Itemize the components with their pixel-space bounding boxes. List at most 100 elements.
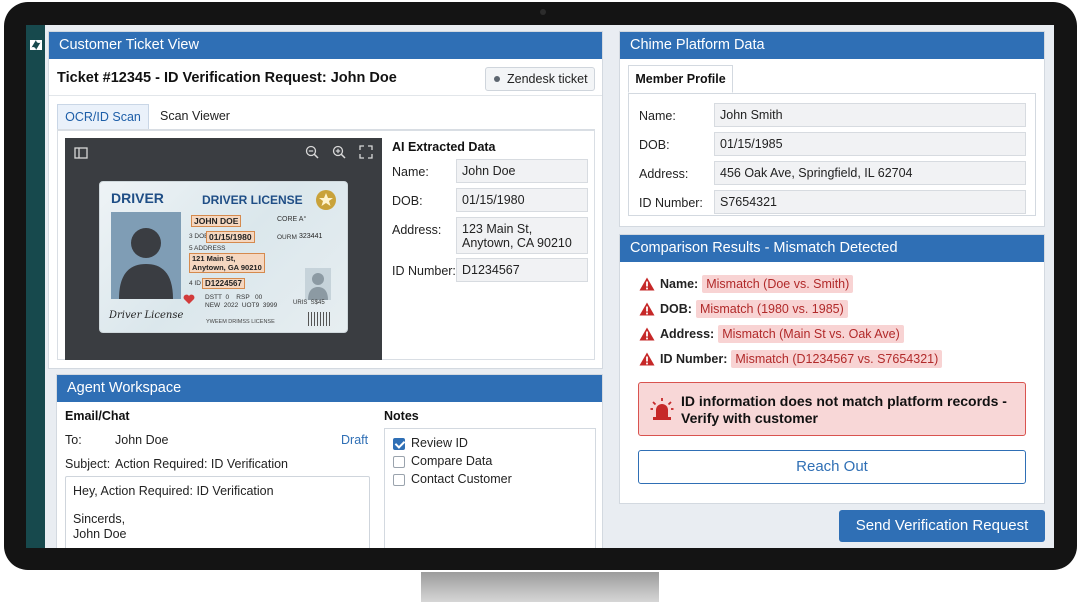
platform-name-value: John Smith xyxy=(714,103,1026,127)
mismatch-address-label: Address: xyxy=(660,327,715,341)
notes-heading: Notes xyxy=(384,409,419,423)
card-row2: NEW 2022 UOT9 3999 xyxy=(205,302,278,309)
email-body-textarea[interactable]: Hey, Action Required: ID Verification Si… xyxy=(65,476,370,548)
draft-link[interactable]: Draft xyxy=(341,433,368,447)
card-class: CORE A° xyxy=(277,216,307,223)
zendesk-ticket-badge[interactable]: Zendesk ticket xyxy=(485,67,595,91)
mismatch-alert: ID information does not match platform r… xyxy=(638,382,1026,436)
zoom-in-icon[interactable] xyxy=(332,145,346,159)
compare-data-checkbox[interactable] xyxy=(393,456,405,468)
reach-out-button[interactable]: Reach Out xyxy=(638,450,1026,484)
tab-scan-viewer-label: Scan Viewer xyxy=(160,109,230,123)
mismatch-row-dob: DOB: Mismatch (1980 vs. 1985) xyxy=(660,300,848,318)
card-heart-icon xyxy=(183,292,195,304)
platform-dob-label: DOB: xyxy=(639,138,670,152)
mismatch-name-value: Mismatch (Doe vs. Smith) xyxy=(702,275,854,293)
mismatch-row-name: Name: Mismatch (Doe vs. Smith) xyxy=(660,275,854,293)
ai-name-label: Name: xyxy=(392,165,429,179)
to-value[interactable]: John Doe xyxy=(115,433,169,447)
platform-name-label: Name: xyxy=(639,109,676,123)
platform-id-value: S7654321 xyxy=(714,190,1026,214)
warning-icon xyxy=(639,277,655,291)
card-photo xyxy=(111,212,181,299)
sidebar-toggle-icon[interactable] xyxy=(74,146,88,159)
comparison-panel-header: Comparison Results - Mismatch Detected xyxy=(620,235,1044,262)
platform-id-label: ID Number: xyxy=(639,196,703,210)
email-body-line3: John Doe xyxy=(73,527,127,541)
warning-icon xyxy=(639,352,655,366)
webcam-dot xyxy=(540,9,546,15)
card-row1: DSTT 0 RSP 00 xyxy=(205,294,263,301)
member-profile-tab[interactable]: Member Profile xyxy=(628,65,733,93)
mismatch-alert-line1: ID information does not match platform r… xyxy=(681,393,1007,409)
notes-box: Review ID Compare Data Contact Customer xyxy=(384,428,596,548)
zoom-out-icon[interactable] xyxy=(305,145,319,159)
id-card-image: DRIVER DRIVER LICENSE JOHN DOE CORE A° 3… xyxy=(99,181,348,333)
card-address-line1: 121 Main St, xyxy=(192,254,236,263)
fullscreen-icon[interactable] xyxy=(359,145,373,159)
tab-ocr-id-scan[interactable]: OCR/ID Scan xyxy=(57,104,149,129)
mismatch-address-value: Mismatch (Main St vs. Oak Ave) xyxy=(718,325,904,343)
mismatch-id-label: ID Number: xyxy=(660,352,728,366)
ticket-title: Ticket #12345 - ID Verification Request:… xyxy=(57,70,397,86)
subject-label: Subject: xyxy=(65,457,111,471)
compare-data-label: Compare Data xyxy=(411,454,493,468)
mismatch-id-value: Mismatch (D1234567 vs. S7654321) xyxy=(731,350,943,368)
ai-extracted-title: AI Extracted Data xyxy=(392,140,496,154)
mismatch-name-label: Name: xyxy=(660,277,699,291)
tab-scan-viewer[interactable]: Scan Viewer xyxy=(153,104,237,129)
ai-dob-value: 01/15/1980 xyxy=(456,188,588,212)
reach-out-label: Reach Out xyxy=(796,458,868,475)
send-verification-button[interactable]: Send Verification Request xyxy=(839,510,1045,542)
email-body-line1: Hey, Action Required: ID Verification xyxy=(73,484,274,498)
card-footer: YWEEM DRIMSS LICENSE xyxy=(206,319,275,325)
monitor-stand xyxy=(421,572,659,602)
scan-content-box: DRIVER DRIVER LICENSE JOHN DOE CORE A° 3… xyxy=(57,130,595,360)
card-address-label: 5 ADDRESS xyxy=(189,245,226,252)
card-id: D1224567 xyxy=(202,278,245,289)
ticket-panel: Customer Ticket View Ticket #12345 - ID … xyxy=(48,31,603,369)
card-ghost-photo xyxy=(305,268,331,300)
to-label: To: xyxy=(65,433,82,447)
mismatch-row-address: Address: Mismatch (Main St vs. Oak Ave) xyxy=(660,325,904,343)
member-profile-label: Member Profile xyxy=(635,72,726,86)
zendesk-logo-icon[interactable] xyxy=(29,38,43,52)
warning-icon xyxy=(639,327,655,341)
ai-id-label: ID Number: xyxy=(392,264,456,278)
mismatch-row-id-number: ID Number: Mismatch (D1234567 vs. S76543… xyxy=(660,350,943,368)
card-dob: 01/15/1980 xyxy=(206,231,255,243)
warning-icon xyxy=(639,302,655,316)
review-id-label: Review ID xyxy=(411,436,468,450)
send-verification-label: Send Verification Request xyxy=(855,517,1029,534)
card-name: JOHN DOE xyxy=(191,215,242,227)
email-heading: Email/Chat xyxy=(65,409,130,423)
contact-customer-label: Contact Customer xyxy=(411,472,512,486)
platform-address-label: Address: xyxy=(639,167,689,181)
review-id-checkbox[interactable] xyxy=(393,438,405,450)
scan-viewer: DRIVER DRIVER LICENSE JOHN DOE CORE A° 3… xyxy=(65,138,382,360)
app-screen: Customer Ticket View Ticket #12345 - ID … xyxy=(26,25,1054,548)
ai-dob-label: DOB: xyxy=(392,194,423,208)
contact-customer-checkbox[interactable] xyxy=(393,474,405,486)
subject-value[interactable]: Action Required: ID Verification xyxy=(115,457,288,471)
email-body-line2: Sincerds, xyxy=(73,512,126,526)
card-address-line2: Anytown, GA 90210 xyxy=(192,263,262,272)
platform-address-value: 456 Oak Ave, Springfield, IL 62704 xyxy=(714,161,1026,185)
agent-workspace-header: Agent Workspace xyxy=(57,375,602,402)
ai-address-label: Address: xyxy=(392,223,442,237)
zendesk-ticket-label: Zendesk ticket xyxy=(507,72,588,86)
mismatch-alert-line2: Verify with customer xyxy=(681,410,818,426)
card-dd: 323441 xyxy=(299,233,323,240)
member-profile-box: Name: John Smith DOB: 01/15/1985 Address… xyxy=(628,93,1036,216)
mismatch-dob-value: Mismatch (1980 vs. 1985) xyxy=(695,300,848,318)
ticket-divider xyxy=(49,95,602,96)
card-barcode xyxy=(308,312,332,326)
platform-dob-value: 01/15/1985 xyxy=(714,132,1026,156)
comparison-panel: Comparison Results - Mismatch Detected N… xyxy=(619,234,1045,504)
card-header-left: DRIVER xyxy=(111,190,164,206)
card-address: 121 Main St, Anytown, GA 90210 xyxy=(189,253,265,273)
card-signature: Driver License xyxy=(109,310,184,321)
mismatch-dob-label: DOB: xyxy=(660,302,692,316)
tab-ocr-label: OCR/ID Scan xyxy=(65,110,141,124)
platform-panel-header: Chime Platform Data xyxy=(620,32,1044,59)
